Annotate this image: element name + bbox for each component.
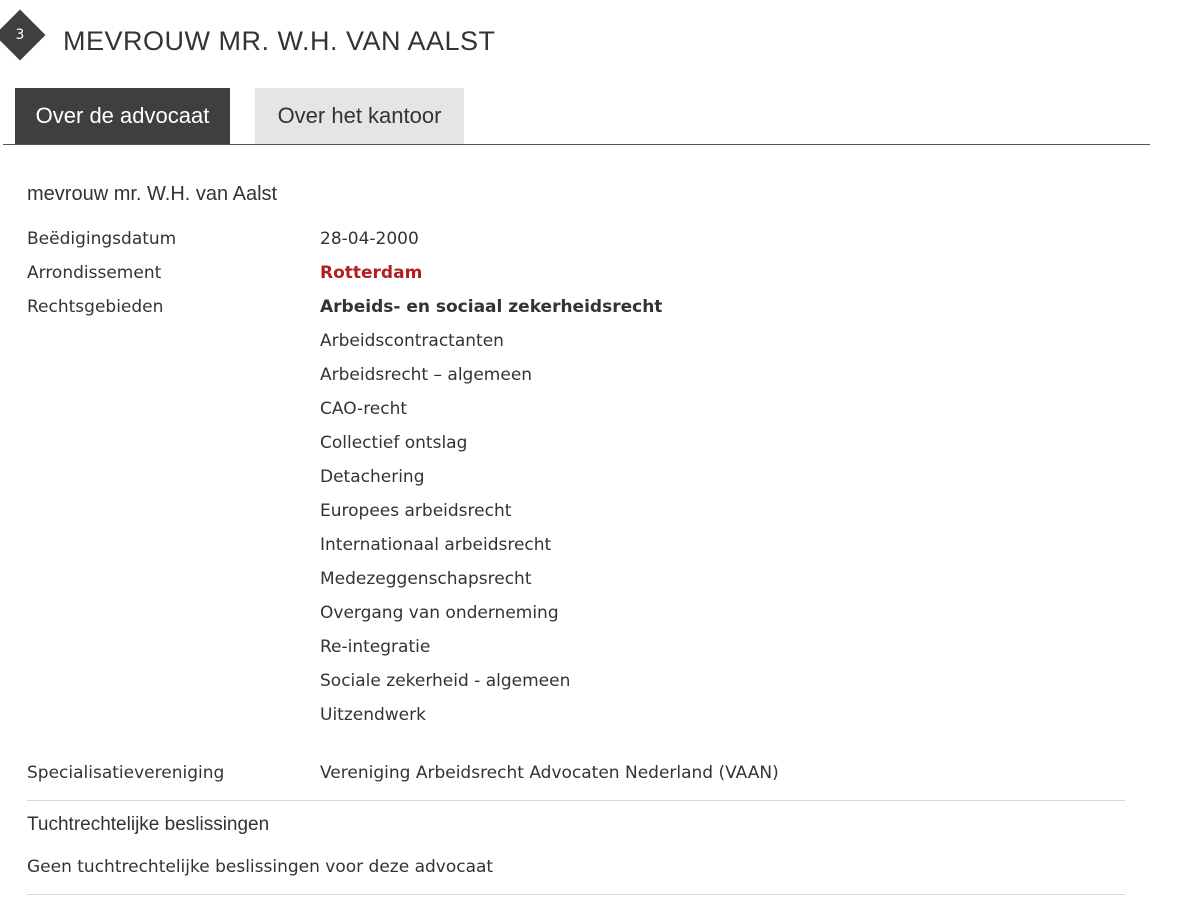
practice-area-item: Internationaal arbeidsrecht (320, 535, 552, 555)
district-label: Arrondissement (27, 263, 162, 283)
practice-areas-label: Rechtsgebieden (27, 297, 164, 317)
practice-area-item: Collectief ontslag (320, 433, 468, 453)
disciplinary-title: Tuchtrechtelijke beslissingen (27, 814, 270, 835)
practice-area-item: Arbeidsrecht – algemeen (320, 365, 533, 385)
practice-area-item: Sociale zekerheid - algemeen (320, 671, 571, 691)
result-number: 3 (15, 27, 25, 43)
lawyer-details: mevrouw mr. W.H. van Aalst Beëdigingsdat… (0, 145, 1200, 897)
practice-area-list: Arbeidscontractanten Arbeidsrecht – alge… (320, 331, 570, 739)
section-divider (27, 800, 1125, 801)
practice-area-item: Medezeggenschapsrecht (320, 569, 532, 589)
lawyer-name: mevrouw mr. W.H. van Aalst (27, 183, 278, 205)
practice-area-item: Re-integratie (320, 637, 431, 657)
section-divider (27, 894, 1125, 895)
practice-area-item: CAO-recht (320, 399, 408, 419)
tab-over-het-kantoor[interactable]: Over het kantoor (255, 88, 464, 144)
district-link[interactable]: Rotterdam (320, 263, 422, 283)
tab-over-de-advocaat[interactable]: Over de advocaat (15, 88, 230, 144)
practice-area-item: Detachering (320, 467, 425, 487)
practice-area-item: Uitzendwerk (320, 705, 426, 725)
tab-bar: Over de advocaat Over het kantoor (0, 88, 1150, 145)
specialisation-label: Specialisatievereniging (27, 763, 225, 783)
sworn-in-value: 28-04-2000 (320, 229, 419, 249)
disciplinary-text: Geen tuchtrechtelijke beslissingen voor … (27, 857, 494, 877)
practice-area-main: Arbeids- en sociaal zekerheidsrecht (320, 297, 663, 317)
practice-area-item: Overgang van onderneming (320, 603, 559, 623)
page-header: 3 MEVROUW MR. W.H. VAN AALST (0, 0, 1200, 88)
specialisation-value: Vereniging Arbeidsrecht Advocaten Nederl… (320, 763, 779, 783)
sworn-in-label: Beëdigingsdatum (27, 229, 177, 249)
practice-area-item: Europees arbeidsrecht (320, 501, 512, 521)
page-title: MEVROUW MR. W.H. VAN AALST (63, 26, 496, 56)
practice-area-item: Arbeidscontractanten (320, 331, 504, 351)
